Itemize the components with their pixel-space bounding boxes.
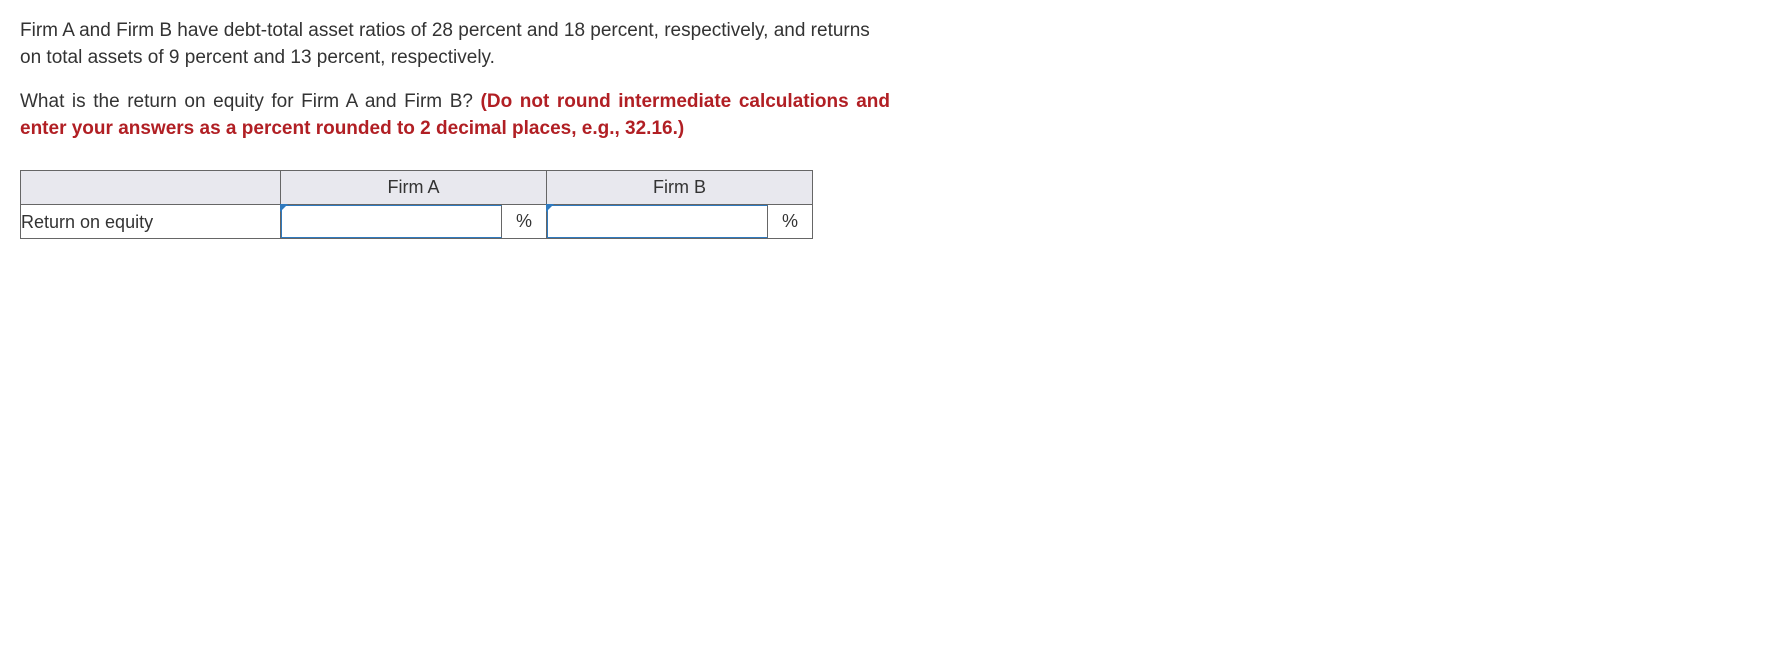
- question-lead: What is the return on equity for Firm A …: [20, 91, 481, 112]
- input-indicator-icon: [280, 204, 288, 212]
- answer-table: Firm A Firm B Return on equity % %: [20, 170, 813, 239]
- firm-a-input[interactable]: [281, 205, 502, 238]
- header-firm-a: Firm A: [281, 171, 547, 205]
- table-header-row: Firm A Firm B: [21, 171, 813, 205]
- row-label-return-on-equity: Return on equity: [21, 205, 281, 239]
- question-text: Firm A and Firm B have debt-total asset …: [20, 18, 890, 142]
- input-indicator-icon: [546, 204, 554, 212]
- cell-firm-a: %: [281, 205, 547, 239]
- question-paragraph-2: What is the return on equity for Firm A …: [20, 89, 890, 142]
- header-blank: [21, 171, 281, 205]
- table-row: Return on equity % %: [21, 205, 813, 239]
- firm-b-unit: %: [768, 205, 812, 238]
- header-firm-b: Firm B: [547, 171, 813, 205]
- firm-a-unit: %: [502, 205, 546, 238]
- question-paragraph-1: Firm A and Firm B have debt-total asset …: [20, 18, 890, 71]
- cell-firm-b: %: [547, 205, 813, 239]
- firm-b-input[interactable]: [547, 205, 768, 238]
